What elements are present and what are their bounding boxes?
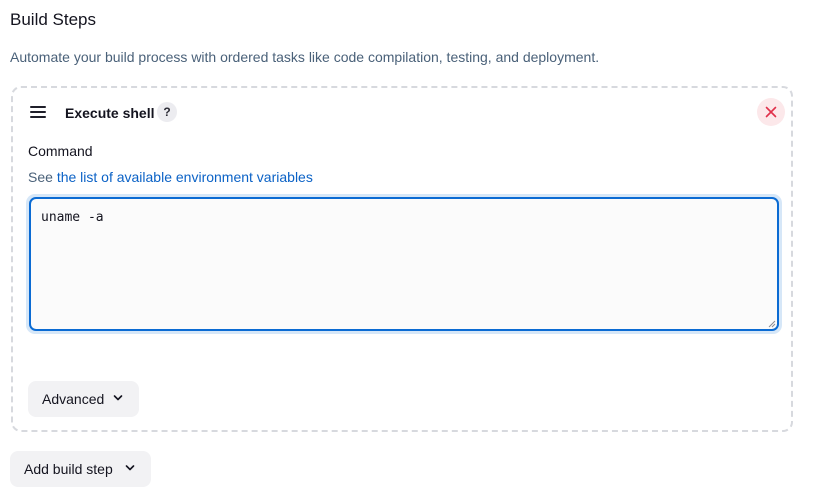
command-focus-ring: uname -a — [26, 194, 782, 334]
close-button[interactable] — [757, 98, 785, 126]
hint-prefix: See — [28, 169, 57, 185]
close-icon — [765, 106, 777, 118]
resize-grip-icon[interactable] — [768, 320, 776, 328]
build-steps-page: Build Steps Automate your build process … — [0, 0, 831, 497]
add-build-step-label: Add build step — [24, 461, 113, 477]
chevron-down-icon — [125, 465, 135, 471]
step-title: Execute shell — [65, 105, 155, 121]
drag-handle-icon[interactable] — [30, 106, 46, 118]
env-vars-link[interactable]: the list of available environment variab… — [57, 169, 313, 185]
build-step-card: Execute shell ? Command See the list of … — [11, 86, 793, 432]
env-vars-hint: See the list of available environment va… — [28, 169, 313, 185]
advanced-button[interactable]: Advanced — [28, 381, 139, 417]
section-description: Automate your build process with ordered… — [10, 49, 600, 65]
chevron-down-icon — [113, 395, 123, 401]
advanced-label: Advanced — [42, 391, 105, 407]
command-textarea[interactable]: uname -a — [29, 197, 779, 331]
add-build-step-button[interactable]: Add build step — [10, 451, 151, 487]
help-icon[interactable]: ? — [157, 102, 177, 122]
section-title: Build Steps — [10, 10, 96, 29]
command-label: Command — [28, 143, 93, 159]
